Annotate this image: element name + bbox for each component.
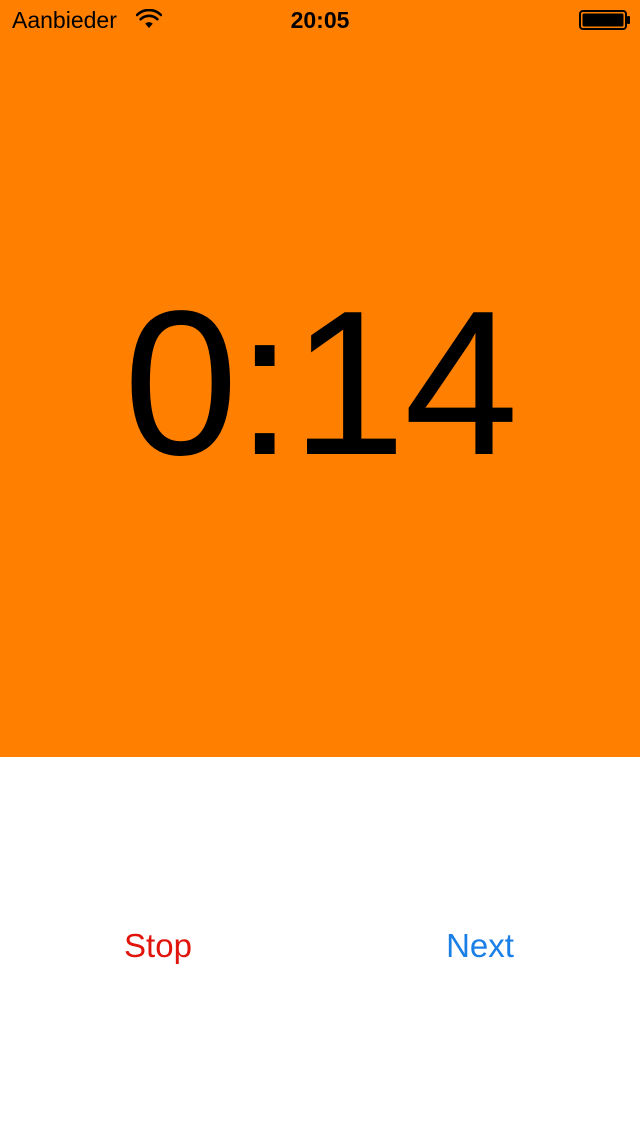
timer-panel: Aanbieder 20:05 0:14 [0, 0, 640, 757]
battery-icon [579, 10, 630, 30]
next-button[interactable]: Next [380, 922, 580, 970]
stop-button[interactable]: Stop [58, 922, 258, 970]
timer-display: 0:14 [123, 268, 519, 498]
status-time: 20:05 [290, 7, 350, 33]
status-bar: Aanbieder 20:05 [0, 0, 640, 40]
